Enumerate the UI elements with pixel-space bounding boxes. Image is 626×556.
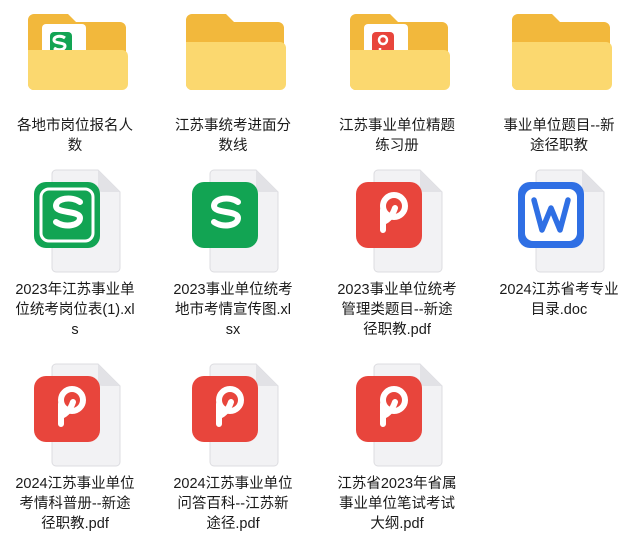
file-item[interactable]: 江苏省2023年省属事业单位笔试考试大纲.pdf xyxy=(322,360,472,534)
pdf-file-icon xyxy=(342,360,452,470)
file-label: 江苏事统考进面分数线 xyxy=(175,118,291,154)
file-item[interactable]: 2024江苏事业单位问答百科--江苏新途径.pdf xyxy=(158,360,308,534)
folder-icon xyxy=(178,2,288,112)
folder-item[interactable]: 各地市岗位报名人数 xyxy=(0,2,150,156)
file-label: 各地市岗位报名人数 xyxy=(17,118,133,154)
file-item[interactable]: 2023年江苏事业单位统考岗位表(1).xls xyxy=(0,166,150,340)
file-label: 2023年江苏事业单位统考岗位表(1).xls xyxy=(15,282,135,338)
file-item[interactable]: 2024江苏事业单位考情科普册--新途径职教.pdf xyxy=(0,360,150,534)
folder-item[interactable]: 江苏事业单位精题练习册 xyxy=(322,2,472,156)
document-file-icon xyxy=(504,166,614,276)
spreadsheet-file-icon xyxy=(20,166,130,276)
file-label: 2024江苏事业单位考情科普册--新途径职教.pdf xyxy=(15,476,135,532)
file-item[interactable]: 2024江苏省考专业目录.doc xyxy=(484,166,626,320)
file-label: 事业单位题目--新途径职教 xyxy=(503,118,615,154)
folder-icon xyxy=(342,2,452,112)
file-label: 2024江苏省考专业目录.doc xyxy=(499,282,619,318)
spreadsheet-file-icon xyxy=(178,166,288,276)
file-label: 2024江苏事业单位问答百科--江苏新途径.pdf xyxy=(173,476,293,532)
folder-item[interactable]: 江苏事统考进面分数线 xyxy=(158,2,308,156)
file-item[interactable]: 2023事业单位统考地市考情宣传图.xlsx xyxy=(158,166,308,340)
file-label: 江苏省2023年省属事业单位笔试考试大纲.pdf xyxy=(337,476,457,532)
folder-icon xyxy=(20,2,130,112)
pdf-file-icon xyxy=(178,360,288,470)
file-label: 江苏事业单位精题练习册 xyxy=(339,118,455,154)
folder-icon xyxy=(504,2,614,112)
file-item[interactable]: 2023事业单位统考管理类题目--新途径职教.pdf xyxy=(322,166,472,340)
file-grid: 各地市岗位报名人数 江苏事统考进面分数线 江苏事业单位精题练习册 事业单位题目-… xyxy=(0,0,626,556)
folder-item[interactable]: 事业单位题目--新途径职教 xyxy=(484,2,626,156)
file-label: 2023事业单位统考管理类题目--新途径职教.pdf xyxy=(337,282,457,338)
pdf-file-icon xyxy=(20,360,130,470)
file-label: 2023事业单位统考地市考情宣传图.xlsx xyxy=(173,282,293,338)
pdf-file-icon xyxy=(342,166,452,276)
